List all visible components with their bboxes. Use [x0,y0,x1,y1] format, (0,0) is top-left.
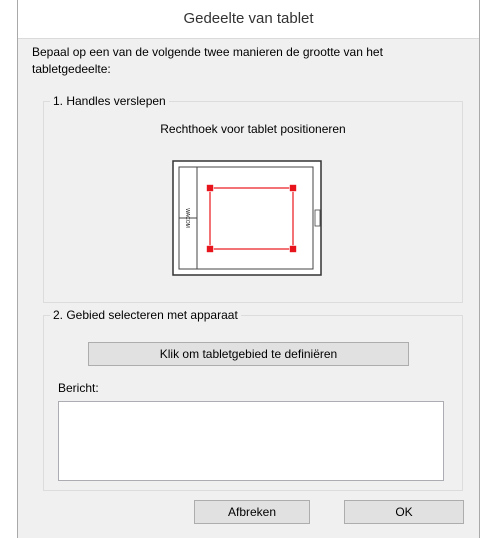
tablet-brand-label: WACOM [184,208,190,228]
handle-top-left[interactable] [206,184,214,192]
message-box[interactable] [58,401,444,481]
dialog-window: Gedeelte van tablet Bepaal op een van de… [17,0,480,538]
handle-top-right[interactable] [289,184,297,192]
dialog-client-area: Bepaal op een van de volgende twee manie… [18,38,479,538]
device-group-legend: 2. Gebied selecteren met apparaat [50,307,241,323]
message-label: Bericht: [58,381,99,395]
cancel-button[interactable]: Afbreken [194,500,310,524]
ok-button[interactable]: OK [344,500,464,524]
position-caption: Rechthoek voor tablet positioneren [160,122,346,136]
title-bar: Gedeelte van tablet [18,0,479,38]
handle-bottom-left[interactable] [206,245,214,253]
handle-bottom-right[interactable] [289,245,297,253]
handles-group: 1. Handles verslepen Rechthoek voor tabl… [43,93,463,303]
instructions-text: Bepaal op een van de volgende twee manie… [32,45,383,76]
handles-group-legend: 1. Handles verslepen [50,93,169,109]
tablet-preview: WACOM [172,160,322,276]
device-group: 2. Gebied selecteren met apparaat Klik o… [43,307,463,491]
window-title: Gedeelte van tablet [183,10,314,27]
tablet-side-port [314,209,321,227]
define-area-button[interactable]: Klik om tabletgebied te definiëren [88,342,409,366]
